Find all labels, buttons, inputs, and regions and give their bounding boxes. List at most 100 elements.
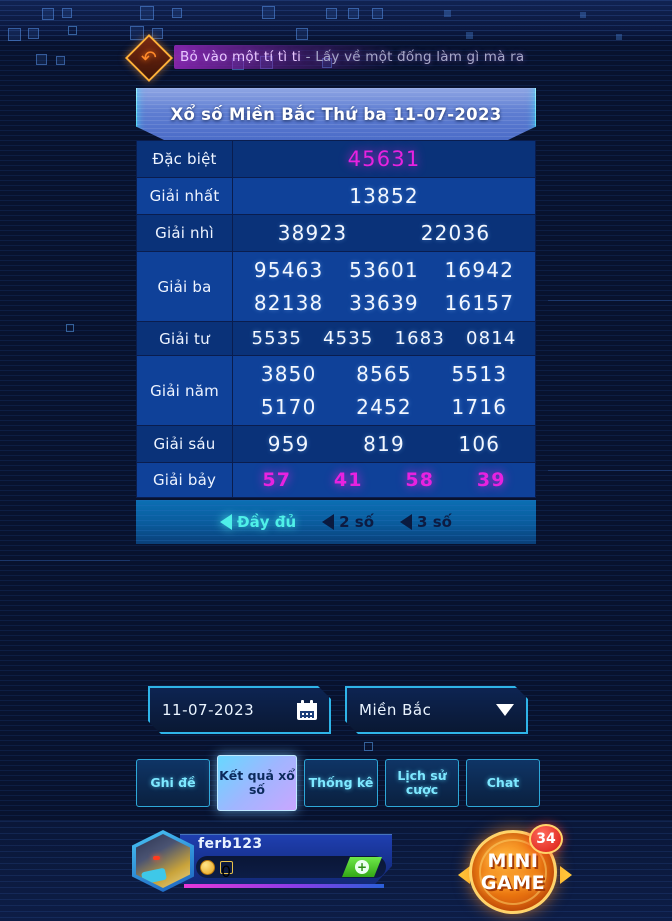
prize-numbers: 95463 53601 16942 82138 33639 16157: [232, 251, 536, 322]
triangle-left-icon: [400, 514, 413, 530]
player-accent-bar: [184, 884, 384, 888]
filter-active[interactable]: Đầy đủ: [220, 513, 296, 531]
lottery-number: 5513: [451, 362, 508, 386]
announcement-marquee: ↶ Bỏ vào một tí tì ti - Lấy về một đống …: [124, 33, 552, 83]
table-row: Giải ba 95463 53601 16942 82138 33639 16157: [136, 251, 536, 322]
prize-label: Giải nhất: [136, 177, 233, 215]
lottery-number: 959: [267, 432, 310, 456]
chevron-down-icon: [496, 704, 514, 716]
lottery-number: 1716: [451, 395, 508, 419]
circuit-pattern-top: [0, 0, 672, 44]
lottery-number: 4535: [322, 328, 374, 349]
lottery-number: 16157: [444, 291, 515, 315]
avatar-eye: [153, 856, 160, 860]
table-row: Giải năm 3850 8565 5513 5170 2452 1716: [136, 355, 536, 426]
panel-header: Xổ số Miền Bắc Thứ ba 11-07-2023: [136, 88, 536, 140]
lottery-number: 38923: [277, 221, 348, 245]
triangle-left-icon: [220, 514, 233, 530]
marquee-text: Bỏ vào một tí tì ti - Lấy về một đống là…: [174, 45, 531, 69]
number-line: 82138 33639 16157: [241, 291, 527, 315]
nav-button[interactable]: Ghi đề: [136, 759, 210, 807]
table-row: Giải nhì 38923 22036: [136, 214, 536, 252]
filter-option[interactable]: 3 số: [400, 513, 452, 531]
prize-numbers: 959 819 106: [232, 425, 536, 463]
lottery-number: 41: [333, 469, 363, 491]
filter-option[interactable]: 2 số: [322, 513, 374, 531]
filter-label: Đầy đủ: [237, 513, 297, 531]
table-row: Giải sáu 959 819 106: [136, 425, 536, 463]
marquee-rest: - Lấy về một đống làm gì mà ra: [301, 49, 525, 65]
results-table: Đặc biệt 45631 Giải nhất 13852 Giải nhì 38923…: [136, 140, 536, 498]
prize-numbers: 38923 22036: [232, 214, 536, 252]
page-title: Xổ số Miền Bắc Thứ ba 11-07-2023: [170, 104, 502, 124]
prize-label: Giải ba: [136, 251, 233, 322]
minigame-button[interactable]: MINI GAME 34: [458, 824, 572, 918]
nav-button-label: Lịch sử cược: [397, 767, 447, 797]
lottery-result-panel: Xổ số Miền Bắc Thứ ba 11-07-2023 Đặc biệ…: [136, 88, 536, 544]
prize-label: Giải năm: [136, 355, 233, 426]
prize-numbers: 57 41 58 39: [232, 462, 536, 498]
number-line: 45631: [241, 147, 527, 171]
prize-label: Giải tư: [136, 321, 233, 356]
prize-numbers: 3850 8565 5513 5170 2452 1716: [232, 355, 536, 426]
minigame-count-badge: 34: [529, 824, 563, 854]
calendar-icon: [297, 700, 317, 720]
prize-label: Đặc biệt: [136, 140, 233, 178]
lottery-number: 1683: [394, 328, 446, 349]
nav-button-label: Ghi đề: [150, 774, 196, 790]
region-select[interactable]: Miền Bắc: [345, 686, 528, 734]
balance-value-box: 0: [220, 860, 233, 881]
triangle-left-icon: [322, 514, 335, 530]
player-info-bar: ferb123 0 +: [132, 830, 392, 892]
prize-label: Giải nhì: [136, 214, 233, 252]
minigame-wing-right: [560, 866, 572, 884]
lottery-number: 57: [262, 469, 292, 491]
prize-numbers: 45631: [232, 140, 536, 178]
lottery-number: 106: [458, 432, 501, 456]
nav-button[interactable]: Chat: [466, 759, 540, 807]
query-controls: 11-07-2023 Miền Bắc: [148, 686, 528, 734]
date-value: 11-07-2023: [162, 701, 255, 719]
region-value: Miền Bắc: [359, 701, 432, 719]
minigame-label-line1: MINI: [487, 849, 539, 872]
lottery-number: 3850: [260, 362, 317, 386]
avatar-scarf: [141, 867, 167, 885]
table-row: Giải bảy 57 41 58 39: [136, 462, 536, 498]
date-picker[interactable]: 11-07-2023: [148, 686, 331, 734]
coin-icon: [200, 859, 215, 875]
lottery-number: 33639: [349, 291, 419, 315]
lottery-number: 82138: [253, 291, 324, 315]
number-line: 38923 22036: [241, 221, 527, 245]
lottery-number: 0814: [465, 328, 517, 349]
prize-label: Giải sáu: [136, 425, 233, 463]
number-line: 5170 2452 1716: [241, 395, 527, 419]
nav-button[interactable]: Kết quả xổ số: [217, 755, 297, 811]
lottery-number: 5170: [260, 395, 317, 419]
table-row: Đặc biệt 45631: [136, 140, 536, 178]
avatar-image: [136, 834, 190, 888]
prize-numbers: 5535 4535 1683 0814: [232, 321, 536, 356]
number-line: 95463 53601 16942: [241, 258, 527, 282]
nav-button-label: Chat: [486, 774, 520, 790]
prize-numbers: 13852: [232, 177, 536, 215]
lottery-number: 16942: [444, 258, 515, 282]
nav-button[interactable]: Lịch sử cược: [385, 759, 459, 807]
lottery-number: 45631: [347, 147, 421, 171]
number-line: 13852: [241, 184, 527, 208]
lottery-number: 53601: [349, 258, 419, 282]
number-line: 3850 8565 5513: [241, 362, 527, 386]
number-line: 57 41 58 39: [241, 469, 527, 491]
nav-button[interactable]: Thống kê: [304, 759, 378, 807]
digit-filter-bar: Đầy đủ 2 số 3 số: [136, 500, 536, 544]
add-funds-button[interactable]: +: [342, 857, 382, 877]
marquee-highlight: Bỏ vào một tí tì ti: [180, 49, 302, 65]
lottery-number: 58: [405, 469, 435, 491]
nav-button-label: Kết quả xổ số: [219, 767, 295, 797]
lottery-number: 5535: [251, 328, 303, 349]
lottery-number: 819: [363, 432, 405, 456]
minigame-label-line2: GAME: [480, 871, 546, 894]
number-line: 5535 4535 1683 0814: [241, 328, 527, 349]
lottery-number: 2452: [356, 395, 412, 419]
filter-label: 2 số: [339, 513, 375, 531]
player-name: ferb123: [198, 836, 263, 852]
